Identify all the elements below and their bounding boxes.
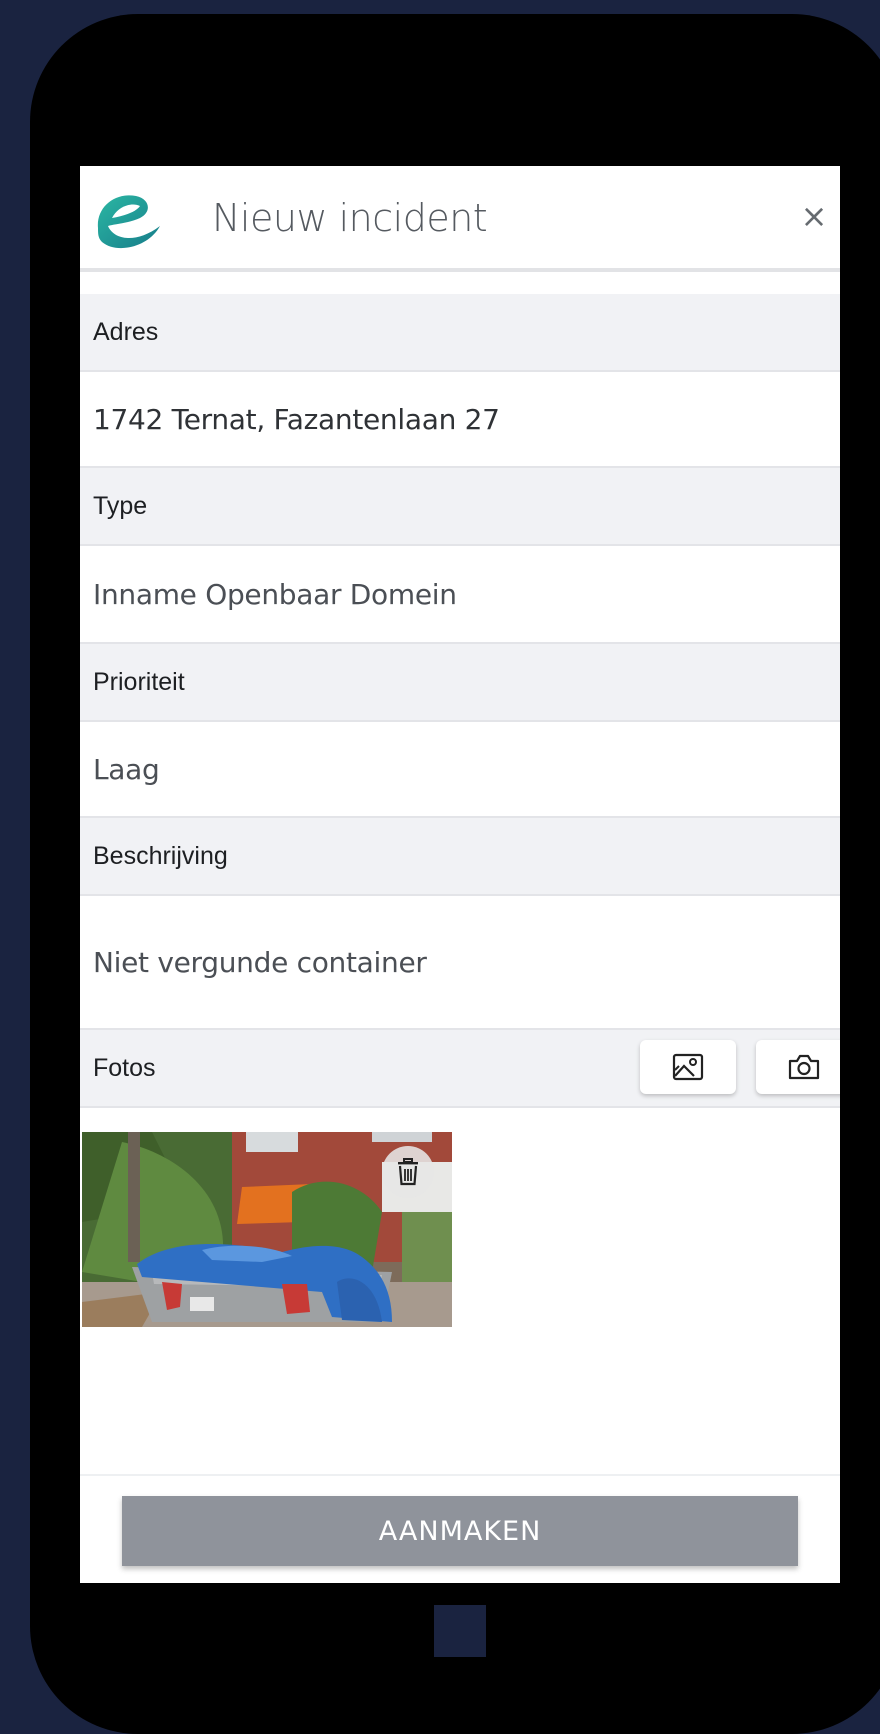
image-gallery-icon <box>672 1053 704 1081</box>
camera-icon <box>788 1054 820 1080</box>
type-label: Type <box>80 466 840 546</box>
camera-button[interactable] <box>756 1040 840 1094</box>
photo-thumbnail[interactable] <box>82 1132 452 1327</box>
priority-label: Prioriteit <box>80 642 840 722</box>
photos-label: Fotos <box>93 1053 156 1082</box>
app-logo-icon <box>97 195 160 249</box>
description-value[interactable]: Niet vergunde container <box>80 896 840 1028</box>
create-incident-button[interactable]: AANMAKEN <box>122 1496 798 1566</box>
photos-section-header: Fotos <box>80 1028 840 1108</box>
close-button[interactable]: × <box>794 196 834 236</box>
address-value[interactable]: 1742 Ternat, Fazantenlaan 27 <box>80 372 840 466</box>
description-label: Beschrijving <box>80 816 840 896</box>
priority-value[interactable]: Laag <box>80 722 840 816</box>
app-screen: Nieuw incident × Adres 1742 Ternat, Faza… <box>80 166 840 1583</box>
type-value[interactable]: Inname Openbaar Domein <box>80 546 840 642</box>
home-button[interactable] <box>434 1605 486 1657</box>
modal-title: Nieuw incident <box>212 196 488 240</box>
delete-photo-button[interactable] <box>382 1146 434 1198</box>
modal-header: Nieuw incident × <box>80 166 840 272</box>
gallery-button[interactable] <box>640 1040 736 1094</box>
modal-footer: AANMAKEN <box>80 1474 840 1583</box>
address-label: Adres <box>80 294 840 372</box>
trash-icon <box>398 1158 418 1186</box>
